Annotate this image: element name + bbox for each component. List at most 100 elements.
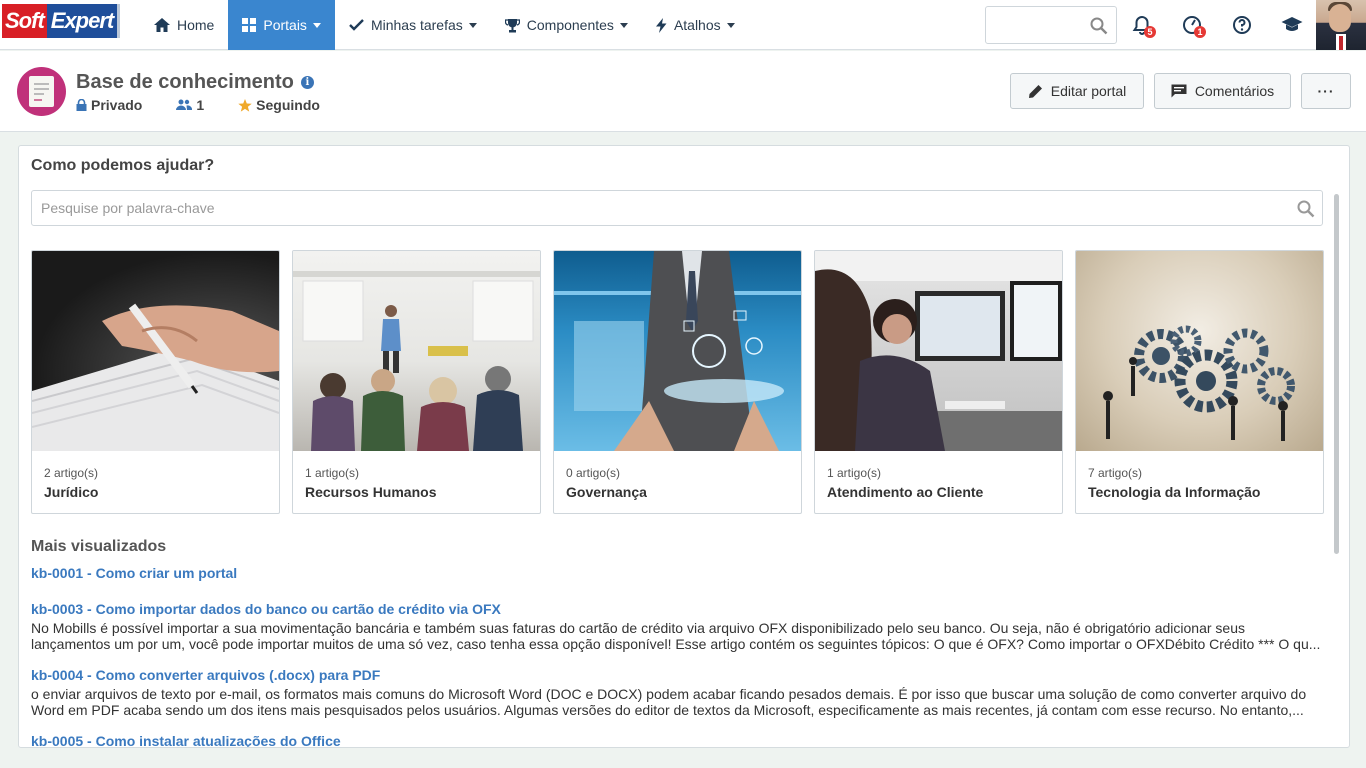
members-count[interactable]: 1: [176, 97, 204, 113]
category-name: Governança: [566, 484, 647, 500]
category-cards: 2 artigo(s) Jurídico 1 artigo(s) Recurso…: [31, 250, 1324, 514]
category-name: Jurídico: [44, 484, 99, 500]
keyword-search-input[interactable]: [32, 191, 1272, 225]
writing-hand-illustration: [32, 303, 279, 451]
nav-minhas-tarefas-label: Minhas tarefas: [370, 17, 463, 33]
nav-componentes[interactable]: Componentes: [491, 0, 642, 50]
nav-minhas-tarefas[interactable]: Minhas tarefas: [335, 0, 491, 50]
comment-icon: [1171, 84, 1187, 98]
most-viewed-title: Mais visualizados: [31, 538, 167, 555]
help-button[interactable]: [1230, 13, 1254, 37]
category-count: 1 artigo(s): [827, 466, 882, 480]
nav-atalhos-label: Atalhos: [673, 17, 721, 33]
chevron-down-icon: [468, 22, 477, 28]
alerts-button[interactable]: 1: [1180, 13, 1206, 38]
search-icon: [1090, 17, 1108, 35]
search-icon[interactable]: [1297, 200, 1315, 218]
privacy-status: Privado: [76, 97, 142, 113]
knowledge-base-icon: [17, 67, 66, 116]
category-image-tecnologia-informacao: [1076, 251, 1323, 451]
chevron-down-icon: [726, 22, 735, 28]
category-image-juridico: [32, 251, 279, 451]
gears-illustration: [1103, 325, 1295, 441]
training-button[interactable]: [1280, 13, 1304, 37]
category-name: Tecnologia da Informação: [1088, 484, 1261, 500]
category-card-recursos-humanos[interactable]: 1 artigo(s) Recursos Humanos: [292, 250, 541, 514]
edit-portal-button[interactable]: Editar portal: [1010, 73, 1144, 109]
panel-title: Como podemos ajudar?: [31, 157, 215, 174]
more-options-button[interactable]: ···: [1301, 73, 1351, 109]
nav-atalhos[interactable]: Atalhos: [642, 0, 749, 50]
home-icon: [154, 18, 170, 32]
avatar-tie: [1339, 36, 1343, 50]
avatar-face: [1329, 4, 1351, 32]
main-nav: Home Portais Minhas tarefas Componentes …: [140, 0, 749, 50]
article-item: kb-0003 - Como importar dados do banco o…: [31, 601, 1325, 652]
graduation-cap-icon: [1281, 17, 1303, 31]
article-item: kb-0005 - Como instalar atualizações do …: [31, 733, 1325, 747]
notifications-button[interactable]: 5: [1130, 13, 1156, 38]
check-icon: [349, 19, 364, 31]
chevron-down-icon: [312, 22, 321, 28]
follow-status[interactable]: Seguindo: [238, 97, 320, 113]
help-panel: Como podemos ajudar? 2 artigo(s): [18, 145, 1350, 748]
category-count: 1 artigo(s): [305, 466, 360, 480]
article-link[interactable]: kb-0005 - Como instalar atualizações do …: [31, 733, 1325, 747]
user-avatar[interactable]: [1316, 0, 1366, 50]
users-icon: [176, 99, 193, 110]
article-link[interactable]: kb-0003 - Como importar dados do banco o…: [31, 601, 1325, 617]
call-center-illustration: [815, 251, 1062, 451]
grid-icon: [242, 18, 257, 32]
keyword-search: [31, 190, 1323, 226]
category-image-governanca: [554, 251, 801, 451]
pencil-icon: [1028, 84, 1042, 98]
category-count: 2 artigo(s): [44, 466, 99, 480]
nav-home[interactable]: Home: [140, 0, 228, 50]
chevron-down-icon: [619, 22, 628, 28]
alerts-badge: 1: [1194, 26, 1206, 38]
bolt-icon: [655, 17, 667, 33]
category-card-juridico[interactable]: 2 artigo(s) Jurídico: [31, 250, 280, 514]
category-image-recursos-humanos: [293, 251, 540, 451]
info-icon[interactable]: i: [300, 76, 314, 89]
training-room-illustration: [293, 271, 540, 451]
trophy-icon: [504, 18, 520, 32]
lock-icon: [76, 99, 87, 111]
page-title: Base de conhecimento i: [76, 71, 314, 94]
category-count: 0 artigo(s): [566, 466, 621, 480]
category-card-tecnologia-informacao[interactable]: 7 artigo(s) Tecnologia da Informação: [1075, 250, 1324, 514]
article-link[interactable]: kb-0004 - Como converter arquivos (.docx…: [31, 667, 1325, 683]
article-link[interactable]: kb-0001 - Como criar um portal: [31, 565, 1325, 581]
portal-meta: Privado 1 Seguindo: [76, 97, 354, 113]
softexpert-logo[interactable]: Soft Expert: [0, 0, 130, 42]
members-value: 1: [196, 97, 205, 113]
article-description: o enviar arquivos de texto por e-mail, o…: [31, 686, 1307, 718]
portal-header: Base de conhecimento i Privado 1 Seguind…: [0, 51, 1366, 132]
article-item: kb-0001 - Como criar um portal: [31, 565, 1325, 581]
follow-label: Seguindo: [256, 97, 320, 113]
category-image-atendimento-cliente: [815, 251, 1062, 451]
notifications-badge: 5: [1144, 26, 1156, 38]
help-icon: [1233, 16, 1251, 34]
panel-scrollbar[interactable]: [1334, 194, 1339, 554]
nav-portais[interactable]: Portais: [228, 0, 335, 50]
nav-componentes-label: Componentes: [526, 17, 614, 33]
nav-portais-label: Portais: [263, 17, 307, 33]
logo-soft-text: Soft: [2, 4, 47, 38]
star-icon: [238, 98, 252, 112]
top-navigation-bar: Soft Expert Home Portais Minhas tarefas C…: [0, 0, 1366, 50]
nav-home-label: Home: [177, 17, 215, 33]
top-search-input[interactable]: [985, 6, 1117, 44]
category-card-atendimento-cliente[interactable]: 1 artigo(s) Atendimento ao Cliente: [814, 250, 1063, 514]
page-title-text: Base de conhecimento: [76, 71, 294, 93]
comments-button[interactable]: Comentários: [1154, 73, 1291, 109]
document-icon: [29, 76, 54, 107]
category-name: Recursos Humanos: [305, 484, 437, 500]
category-name: Atendimento ao Cliente: [827, 484, 984, 500]
category-card-governanca[interactable]: 0 artigo(s) Governança: [553, 250, 802, 514]
article-item: kb-0004 - Como converter arquivos (.docx…: [31, 667, 1325, 718]
edit-portal-label: Editar portal: [1050, 83, 1127, 99]
digital-business-illustration: [554, 251, 801, 451]
article-description: No Mobills é possível importar a sua mov…: [31, 620, 1321, 652]
comments-label: Comentários: [1194, 83, 1275, 99]
